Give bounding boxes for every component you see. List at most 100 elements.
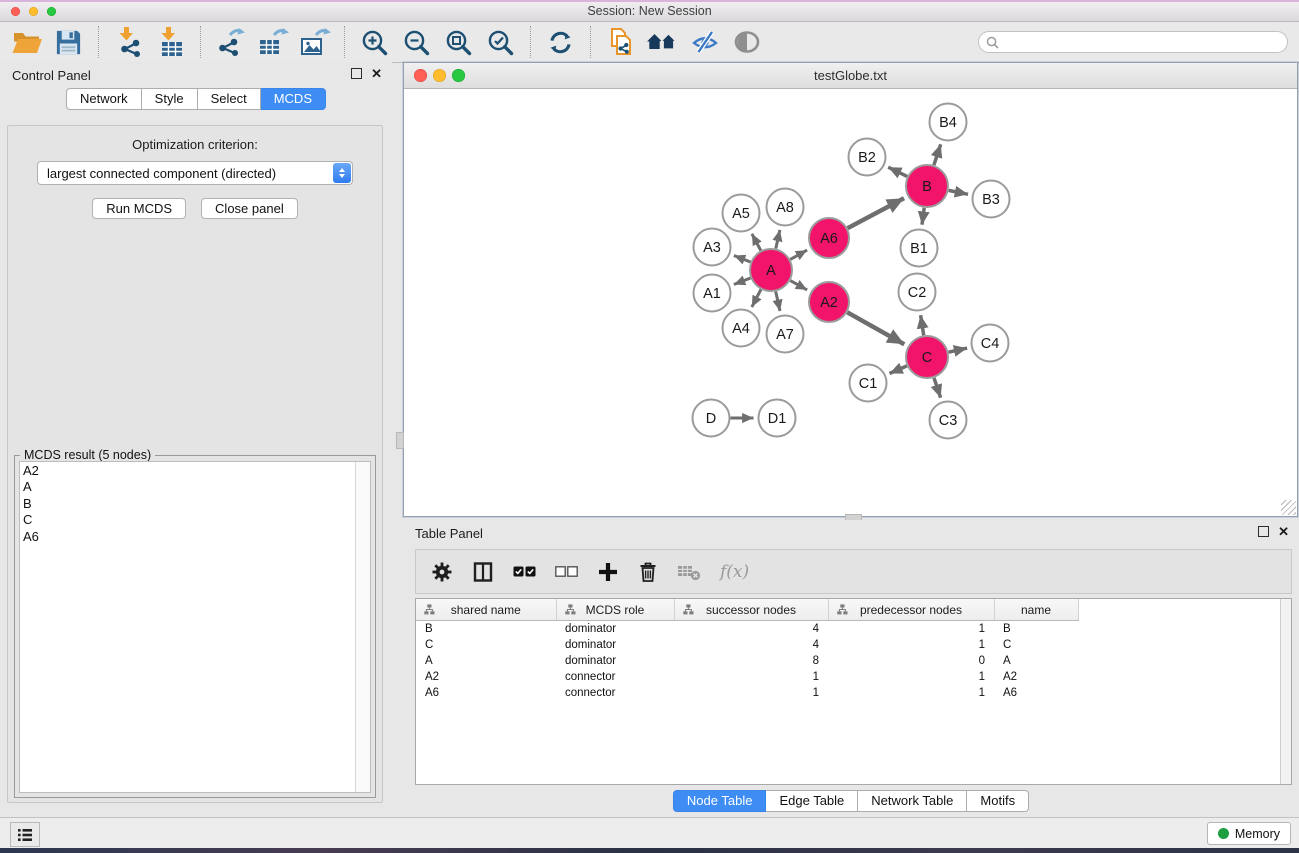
node-table[interactable]: shared nameMCDS rolesuccessor nodesprede… <box>415 598 1292 785</box>
graph-node-A[interactable]: A <box>750 249 792 291</box>
result-list-scrollbar[interactable] <box>355 462 370 792</box>
table-row[interactable]: A2connector11A2 <box>416 669 1273 685</box>
cell[interactable]: C <box>994 637 1078 653</box>
graph-edge-C-C1[interactable] <box>890 366 907 374</box>
graph-node-C[interactable]: C <box>906 336 948 378</box>
graph-edge-A6-B[interactable] <box>848 198 904 228</box>
table-row[interactable]: Cdominator41C <box>416 637 1273 653</box>
table-scrollbar[interactable] <box>1280 599 1291 784</box>
graph-edge-B-B3[interactable] <box>949 190 968 194</box>
select-all-columns-icon[interactable] <box>513 566 536 577</box>
graph-edge-B-B1[interactable] <box>922 208 924 225</box>
column-header-successor-nodes[interactable]: successor nodes <box>674 599 828 621</box>
network-window-titlebar[interactable]: testGlobe.txt <box>404 63 1297 89</box>
tab-node-table[interactable]: Node Table <box>673 790 767 812</box>
graph-edge-A-A3[interactable] <box>734 256 751 263</box>
vertical-splitter-handle[interactable] <box>396 432 404 449</box>
cell[interactable]: A6 <box>416 685 556 701</box>
mcds-result-list[interactable]: A2ABCA6 <box>19 461 371 793</box>
cell[interactable]: 8 <box>674 653 828 669</box>
save-session-icon[interactable] <box>51 25 86 59</box>
cell[interactable]: A <box>416 653 556 669</box>
graph-node-C3[interactable]: C3 <box>930 402 967 439</box>
cell[interactable]: 1 <box>828 685 994 701</box>
network-graph[interactable]: B4B2BB3A5A8A6A3AB1A1A2C2A4A7C4CC1C3DD1 <box>404 89 1297 516</box>
window-resize-grip[interactable] <box>1281 500 1296 515</box>
graph-edge-A-A2[interactable] <box>790 281 807 290</box>
mcds-result-item[interactable]: A2 <box>23 463 370 479</box>
export-image-icon[interactable] <box>297 25 332 59</box>
graph-node-C1[interactable]: C1 <box>850 365 887 402</box>
tab-motifs[interactable]: Motifs <box>967 790 1029 812</box>
cell[interactable]: 1 <box>828 637 994 653</box>
cell[interactable]: 0 <box>828 653 994 669</box>
close-panel-button[interactable]: Close panel <box>201 198 298 219</box>
column-header-mcds-role[interactable]: MCDS role <box>556 599 674 621</box>
graph-edge-A2-C[interactable] <box>847 312 904 344</box>
graph-edge-B-B4[interactable] <box>934 144 941 165</box>
close-panel-icon[interactable]: ✕ <box>371 68 382 79</box>
graph-node-A2[interactable]: A2 <box>809 282 849 322</box>
graph-node-A1[interactable]: A1 <box>694 275 731 312</box>
zoom-fit-icon[interactable] <box>441 25 476 59</box>
cell[interactable]: A2 <box>994 669 1078 685</box>
mcds-result-item[interactable]: B <box>23 496 370 512</box>
deselect-all-columns-icon[interactable] <box>555 566 578 577</box>
graph-node-D[interactable]: D <box>693 400 730 437</box>
cell[interactable]: dominator <box>556 637 674 653</box>
import-network-icon[interactable] <box>111 25 146 59</box>
refresh-icon[interactable] <box>543 25 578 59</box>
graph-node-B4[interactable]: B4 <box>930 104 967 141</box>
mcds-result-item[interactable]: C <box>23 512 370 528</box>
network-canvas[interactable]: B4B2BB3A5A8A6A3AB1A1A2C2A4A7C4CC1C3DD1 <box>404 89 1297 516</box>
tab-network[interactable]: Network <box>66 88 142 110</box>
home-first-neighbors-icon[interactable] <box>645 25 680 59</box>
graph-edge-A-A5[interactable] <box>752 234 761 251</box>
column-header-predecessor-nodes[interactable]: predecessor nodes <box>828 599 994 621</box>
cell[interactable]: B <box>416 621 556 638</box>
graph-node-A4[interactable]: A4 <box>723 310 760 347</box>
cell[interactable]: 1 <box>828 669 994 685</box>
zoom-in-icon[interactable] <box>357 25 392 59</box>
cell[interactable]: A2 <box>416 669 556 685</box>
table-row[interactable]: Bdominator41B <box>416 621 1273 638</box>
graph-node-A6[interactable]: A6 <box>809 218 849 258</box>
graph-edge-C-C2[interactable] <box>921 315 924 335</box>
tab-edge-table[interactable]: Edge Table <box>766 790 858 812</box>
graph-node-A7[interactable]: A7 <box>767 316 804 353</box>
export-network-icon[interactable] <box>213 25 248 59</box>
graph-node-A3[interactable]: A3 <box>694 229 731 266</box>
graph-edge-A-A7[interactable] <box>776 292 780 312</box>
graph-node-B[interactable]: B <box>906 165 948 207</box>
tab-network-table[interactable]: Network Table <box>858 790 967 812</box>
graph-node-A8[interactable]: A8 <box>767 189 804 226</box>
graph-edge-C-C3[interactable] <box>934 378 941 398</box>
graph-node-B1[interactable]: B1 <box>901 230 938 267</box>
column-header-name[interactable]: name <box>994 599 1078 621</box>
graph-node-A5[interactable]: A5 <box>723 195 760 232</box>
mcds-result-item[interactable]: A6 <box>23 529 370 545</box>
cell[interactable]: connector <box>556 669 674 685</box>
import-table-icon[interactable] <box>153 25 188 59</box>
close-table-panel-icon[interactable]: ✕ <box>1278 526 1289 537</box>
graph-edge-C-C4[interactable] <box>949 348 968 352</box>
show-columns-icon[interactable] <box>472 561 494 583</box>
graph-node-B3[interactable]: B3 <box>973 181 1010 218</box>
graph-edge-A-A8[interactable] <box>776 230 780 249</box>
graph-edge-A-A6[interactable] <box>790 250 807 259</box>
graph-edge-A-A1[interactable] <box>734 278 751 285</box>
float-panel-icon[interactable] <box>351 68 362 79</box>
graph-edge-A-A4[interactable] <box>752 290 761 308</box>
hide-selected-icon[interactable] <box>687 25 722 59</box>
search-input[interactable] <box>1004 34 1280 50</box>
cell[interactable]: 1 <box>828 621 994 638</box>
graph-node-C4[interactable]: C4 <box>972 325 1009 362</box>
zoom-selected-icon[interactable] <box>483 25 518 59</box>
graph-node-B2[interactable]: B2 <box>849 139 886 176</box>
memory-button[interactable]: Memory <box>1207 822 1291 845</box>
cell[interactable]: dominator <box>556 653 674 669</box>
tab-mcds[interactable]: MCDS <box>261 88 326 110</box>
cell[interactable]: 4 <box>674 621 828 638</box>
zoom-out-icon[interactable] <box>399 25 434 59</box>
mcds-result-item[interactable]: A <box>23 479 370 495</box>
